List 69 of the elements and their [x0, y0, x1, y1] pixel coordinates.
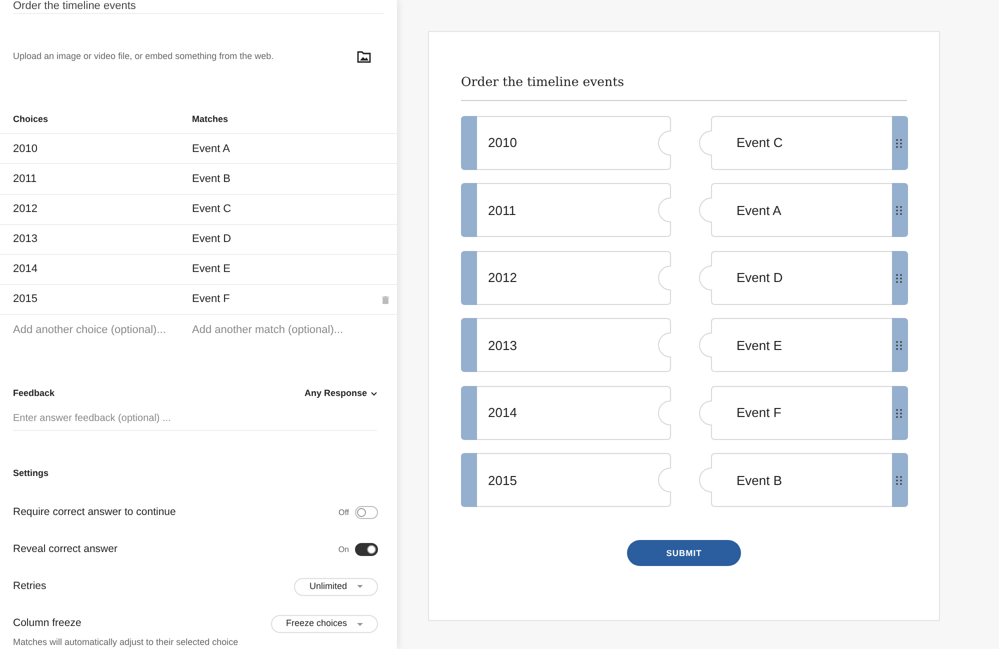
match-text: Event E: [736, 336, 782, 354]
choice-cell[interactable]: 2012: [0, 200, 192, 218]
submit-button[interactable]: SUBMIT: [627, 540, 741, 566]
match-text: Event A: [736, 202, 782, 220]
match-text: Event B: [736, 472, 782, 490]
feedback-label: Feedback: [13, 387, 55, 400]
tile-strip: [892, 386, 908, 440]
chevron-down-icon: [371, 392, 377, 396]
tile-strip: [461, 453, 477, 508]
select-dropdown[interactable]: Unlimited: [294, 578, 378, 596]
settings-heading: Settings: [12, 466, 50, 480]
preview-title: Order the timeline events: [461, 73, 907, 101]
choice-text: 2010: [488, 134, 517, 152]
match-cell[interactable]: Event B: [192, 170, 389, 188]
column-header: Choices: [12, 112, 50, 126]
drag-handle-icon[interactable]: [896, 138, 902, 148]
match-text: Event F: [736, 404, 782, 422]
drag-handle-icon[interactable]: [896, 341, 902, 350]
match-cell[interactable]: Event D: [192, 231, 389, 248]
match-cell[interactable]: Event C: [192, 200, 389, 218]
choice-text: 2015: [488, 472, 517, 490]
toggle-state-text: Off: [338, 506, 349, 519]
tile-strip: [892, 453, 908, 508]
add-match-field[interactable]: Add another match (optional)...: [192, 322, 372, 339]
choice-text: 2012: [488, 269, 517, 287]
add-choice-field[interactable]: Add another choice (optional)...: [0, 322, 192, 339]
image-folder-icon[interactable]: [357, 50, 371, 63]
tile-strip: [892, 116, 908, 170]
setting-label: Require correct answer to continue: [13, 505, 176, 520]
match-cell[interactable]: Event F: [192, 291, 382, 308]
match-cell[interactable]: Event E: [192, 261, 389, 278]
match-cell[interactable]: Event A: [192, 140, 389, 158]
setting-note: Matches will automatically adjust to their selected choice: [12, 636, 240, 649]
setting-label: Reveal correct answer: [13, 542, 118, 558]
choice-cell[interactable]: 2014: [0, 261, 192, 278]
setting-label: Column freeze: [13, 616, 82, 632]
feedback-field[interactable]: Enter answer feedback (optional) ...: [13, 410, 377, 431]
toggle-switch[interactable]: [355, 506, 378, 520]
tile-strip: [461, 386, 477, 440]
column-header: Matches: [192, 112, 228, 126]
match-text: Event C: [736, 134, 783, 152]
choice-text: 2014: [488, 404, 517, 422]
choice-cell[interactable]: 2015: [0, 291, 192, 308]
toggle-switch[interactable]: [355, 543, 378, 556]
drag-handle-icon[interactable]: [896, 476, 902, 486]
select-dropdown[interactable]: Freeze choices: [270, 615, 378, 633]
question-title: Order the timeline events: [13, 0, 137, 12]
choice-cell[interactable]: 2011: [0, 170, 192, 188]
tile-strip: [892, 318, 908, 372]
toggle-state-text: On: [338, 544, 349, 556]
choice-text: 2011: [488, 202, 516, 220]
tile-strip: [461, 318, 477, 372]
drag-handle-icon[interactable]: [896, 206, 902, 216]
tile-strip: [461, 183, 477, 238]
tile-strip: [892, 250, 908, 305]
drag-handle-icon[interactable]: [896, 274, 902, 283]
choice-text: 2013: [488, 336, 517, 354]
caret-icon: [357, 585, 363, 588]
response-dropdown[interactable]: Any Response: [304, 387, 377, 401]
choice-cell[interactable]: 2010: [0, 140, 192, 158]
setting-label: Retries: [13, 579, 46, 594]
caret-icon: [357, 622, 363, 626]
choice-cell[interactable]: 2013: [0, 231, 192, 248]
media-hint: Upload an image or video file, or embed something from the web.: [13, 50, 274, 63]
tile-strip: [461, 250, 477, 305]
drag-handle-icon[interactable]: [896, 408, 902, 418]
tile-strip: [892, 183, 908, 238]
match-text: Event D: [736, 269, 783, 287]
tile-strip: [461, 116, 477, 170]
